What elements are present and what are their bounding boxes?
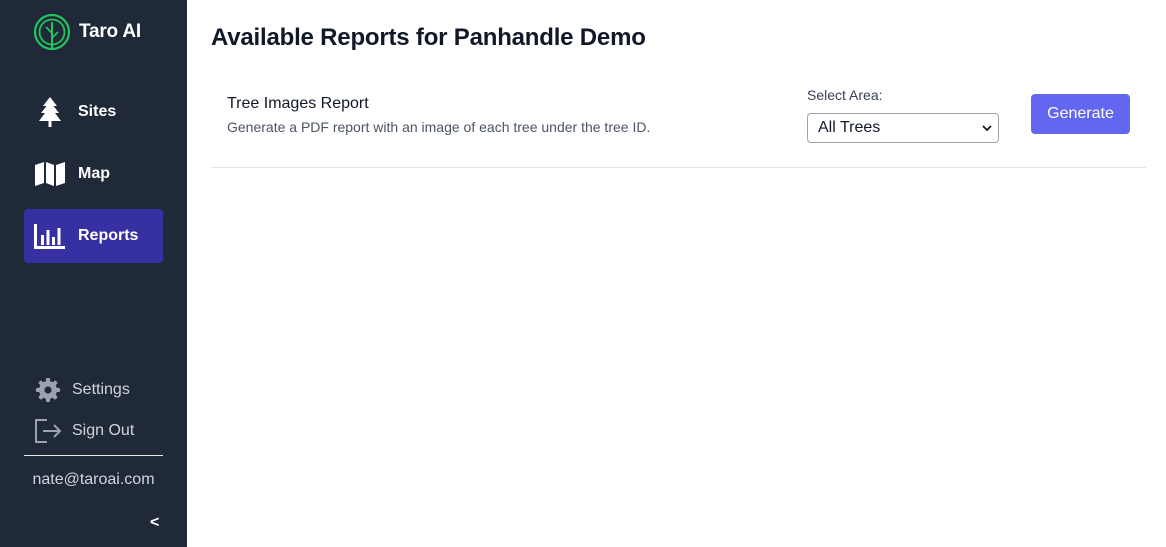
gear-icon (34, 376, 62, 404)
sidebar: Taro AI Sites Map Reports Settings Sign … (0, 0, 187, 547)
area-select[interactable]: All Trees (807, 113, 999, 143)
settings-button[interactable]: Settings (34, 375, 130, 405)
sidebar-item-label: Sites (78, 103, 117, 120)
map-icon (34, 158, 66, 190)
report-name: Tree Images Report (227, 95, 369, 112)
main-content: Available Reports for Panhandle Demo Tre… (187, 0, 1166, 547)
sidebar-item-map[interactable]: Map (24, 147, 163, 201)
sign-out-label: Sign Out (72, 422, 135, 439)
sign-out-icon (34, 417, 62, 445)
chart-bar-icon (34, 220, 66, 252)
sidebar-item-label: Reports (78, 227, 139, 244)
settings-label: Settings (72, 381, 130, 398)
select-area-label: Select Area: (807, 87, 883, 103)
sidebar-item-label: Map (78, 165, 110, 182)
page-title: Available Reports for Panhandle Demo (211, 24, 646, 51)
sign-out-button[interactable]: Sign Out (34, 416, 134, 446)
report-description: Generate a PDF report with an image of e… (227, 119, 651, 135)
chevron-down-icon (982, 125, 992, 132)
brand[interactable]: Taro AI (33, 13, 141, 51)
area-select-value: All Trees (818, 119, 881, 136)
generate-button[interactable]: Generate (1031, 94, 1130, 134)
tree-circle-logo-icon (33, 13, 71, 51)
brand-name: Taro AI (79, 21, 141, 42)
tree-icon (34, 96, 66, 128)
user-email: nate@taroai.com (32, 471, 155, 488)
report-row: Tree Images Report Generate a PDF report… (211, 74, 1146, 168)
sidebar-item-sites[interactable]: Sites (24, 85, 163, 139)
collapse-sidebar-button[interactable]: < (150, 514, 159, 532)
sidebar-divider (24, 455, 163, 456)
sidebar-item-reports[interactable]: Reports (24, 209, 163, 263)
